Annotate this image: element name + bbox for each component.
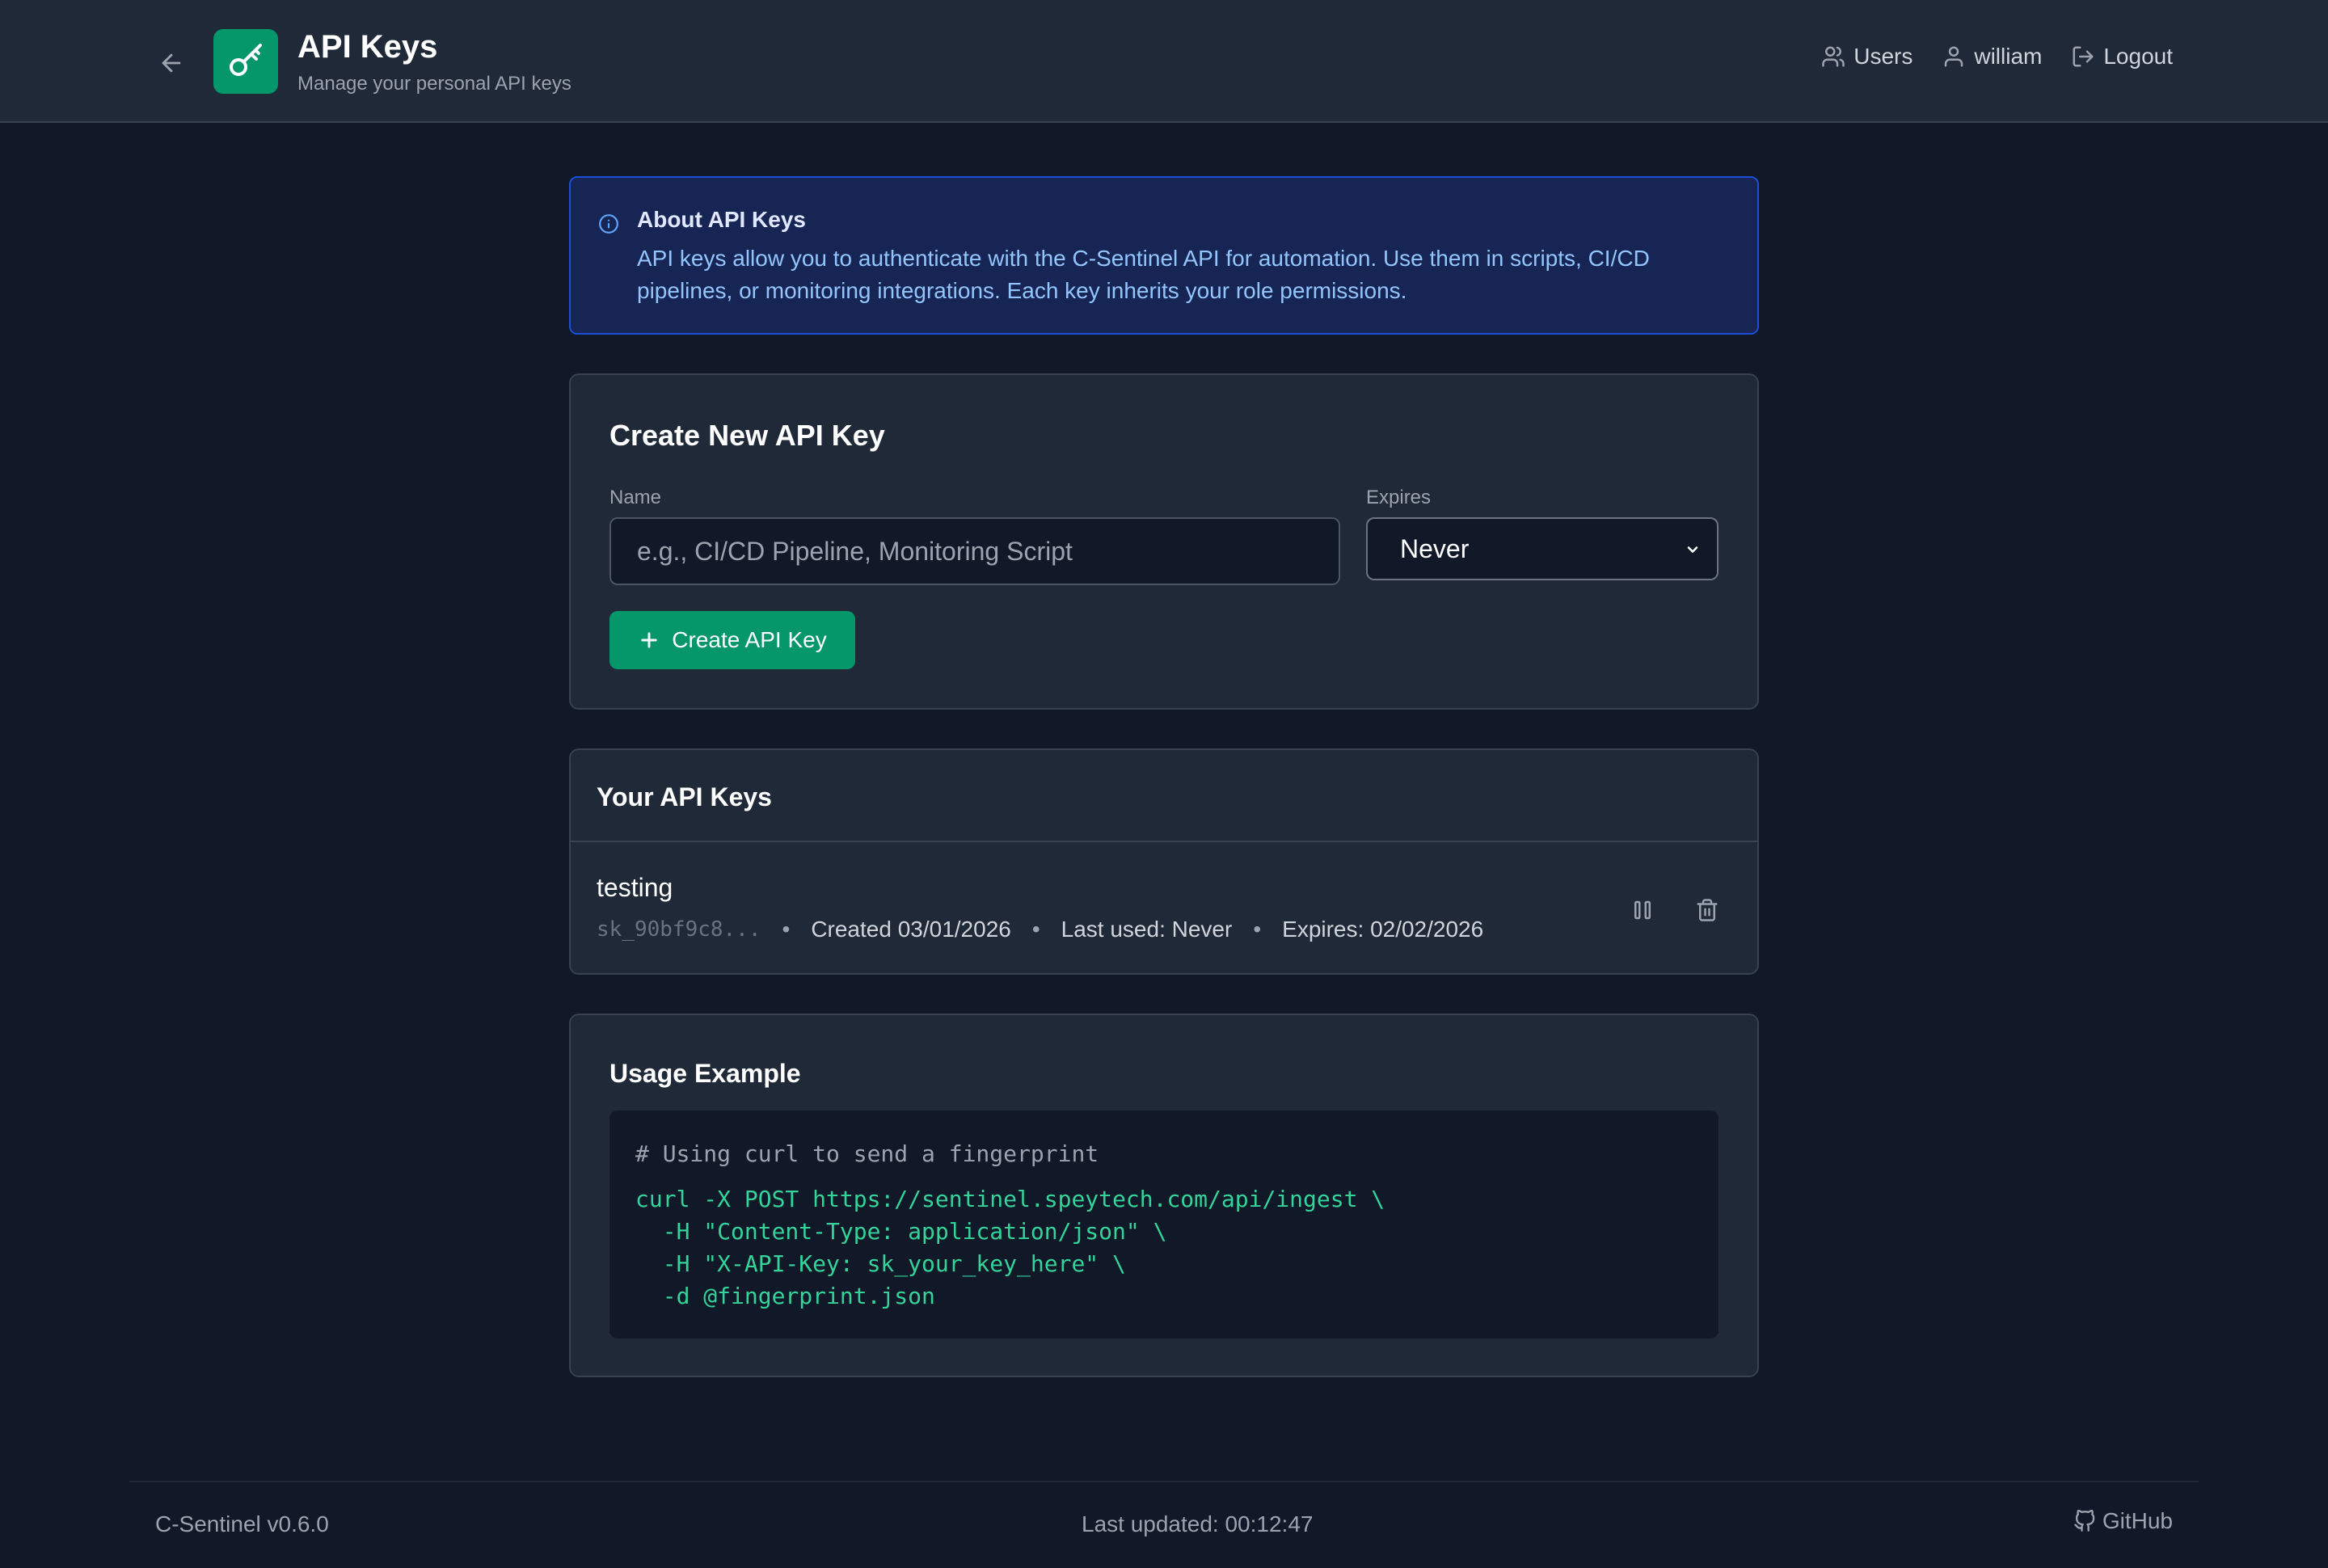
usage-example-card: Usage Example # Using curl to send a fin… xyxy=(569,1014,1759,1377)
code-line: -d @fingerprint.json xyxy=(635,1283,935,1309)
create-api-key-card: Create New API Key Name Expires Never Cr… xyxy=(569,373,1759,710)
app-logo xyxy=(213,29,278,94)
nav-user-profile[interactable]: william xyxy=(1942,44,2042,70)
code-comment: # Using curl to send a fingerprint xyxy=(635,1140,1099,1167)
code-line: -H "X-API-Key: sk_your_key_here" \ xyxy=(635,1250,1126,1277)
key-prefix: sk_90bf9c8... xyxy=(597,917,761,942)
arrow-left-icon xyxy=(162,53,181,73)
separator-dot: • xyxy=(782,917,791,942)
header-nav: Users william Logout xyxy=(1821,44,2173,70)
key-expires: Expires: 02/02/2026 xyxy=(1282,917,1484,942)
about-api-keys-notice: About API Keys API keys allow you to aut… xyxy=(569,176,1759,335)
back-button[interactable] xyxy=(152,44,191,82)
logout-icon xyxy=(2073,46,2094,67)
footer-divider xyxy=(129,1481,2199,1482)
user-icon xyxy=(1945,46,1963,67)
notice-text: API keys allow you to authenticate with … xyxy=(637,246,1650,303)
separator-dot: • xyxy=(1253,917,1262,942)
nav-username: william xyxy=(1974,44,2043,69)
pause-icon xyxy=(1634,900,1651,920)
keys-card-title: Your API Keys xyxy=(597,782,772,811)
info-icon xyxy=(599,214,618,234)
key-name-input[interactable] xyxy=(609,517,1340,585)
key-name: testing xyxy=(597,873,673,902)
chevron-down-icon xyxy=(1687,546,1698,553)
create-api-key-button[interactable]: Create API Key xyxy=(609,611,855,669)
page-subtitle: Manage your personal API keys xyxy=(297,73,571,95)
divider xyxy=(571,841,1757,842)
expires-label: Expires xyxy=(1366,487,1432,508)
logout-label: Logout xyxy=(2103,44,2173,69)
users-icon xyxy=(1822,46,1845,67)
page-title: API Keys xyxy=(297,29,438,65)
github-link[interactable]: GitHub xyxy=(2073,1508,2173,1534)
plus-icon xyxy=(641,632,657,648)
logout-button[interactable]: Logout xyxy=(2071,44,2173,70)
github-label: GitHub xyxy=(2102,1508,2173,1533)
expires-selected-value: Never xyxy=(1400,533,1470,563)
nav-users-label: Users xyxy=(1854,44,1913,69)
api-keys-list-card: Your API Keys testing sk_90bf9c8... • Cr… xyxy=(569,748,1759,975)
notice-title: About API Keys xyxy=(637,207,806,232)
create-card-title: Create New API Key xyxy=(609,419,885,452)
separator-dot: • xyxy=(1031,917,1040,942)
nav-users-link[interactable]: Users xyxy=(1821,44,1913,70)
code-block: # Using curl to send a fingerprint curl … xyxy=(609,1111,1719,1338)
key-created: Created 03/01/2026 xyxy=(811,917,1011,942)
delete-key-button[interactable] xyxy=(1691,894,1723,926)
github-icon xyxy=(2074,1510,2095,1532)
top-header: API Keys Manage your personal API keys U… xyxy=(0,0,2328,123)
expires-select[interactable]: Never xyxy=(1366,517,1719,580)
usage-card-title: Usage Example xyxy=(609,1059,801,1088)
code-line: -H "Content-Type: application/json" \ xyxy=(635,1218,1167,1245)
key-meta: sk_90bf9c8... • Created 03/01/2026 • Las… xyxy=(597,917,1483,942)
name-label: Name xyxy=(609,487,662,508)
create-button-label: Create API Key xyxy=(672,627,827,652)
pause-key-button[interactable] xyxy=(1626,894,1659,926)
trash-icon xyxy=(1697,899,1718,921)
app-version: C-Sentinel v0.6.0 xyxy=(155,1511,329,1536)
key-icon xyxy=(230,44,262,76)
last-updated: Last updated: 00:12:47 xyxy=(1082,1511,1314,1536)
code-line: curl -X POST https://sentinel.speytech.c… xyxy=(635,1186,1385,1212)
key-last-used: Last used: Never xyxy=(1061,917,1233,942)
